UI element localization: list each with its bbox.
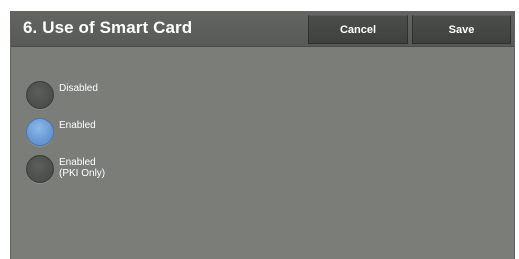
cancel-button[interactable]: Cancel bbox=[308, 15, 408, 44]
option-disabled-label: Disabled bbox=[59, 83, 98, 94]
option-enabled-label-text: Enabled bbox=[59, 120, 96, 131]
radio-button-disabled[interactable] bbox=[26, 81, 54, 109]
option-pki-label-line1: Enabled bbox=[59, 157, 96, 168]
dialog-panel: 6. Use of Smart Card Cancel Save Disable… bbox=[10, 11, 515, 259]
option-disabled-label-text: Disabled bbox=[59, 83, 98, 94]
save-button[interactable]: Save bbox=[412, 15, 511, 44]
dialog-header: 6. Use of Smart Card Cancel Save bbox=[11, 11, 514, 47]
option-enabled[interactable]: Enabled bbox=[26, 118, 226, 148]
option-enabled-pki-only[interactable]: Enabled (PKI Only) bbox=[26, 155, 226, 185]
option-disabled[interactable]: Disabled bbox=[26, 81, 226, 111]
option-enabled-label: Enabled bbox=[59, 120, 96, 131]
radio-button-enabled-pki-only[interactable] bbox=[26, 155, 54, 183]
page-title: 6. Use of Smart Card bbox=[23, 18, 193, 37]
option-pki-label-line2: (PKI Only) bbox=[59, 168, 106, 179]
option-enabled-pki-only-label: Enabled (PKI Only) bbox=[59, 157, 105, 179]
radio-button-enabled[interactable] bbox=[26, 118, 54, 146]
